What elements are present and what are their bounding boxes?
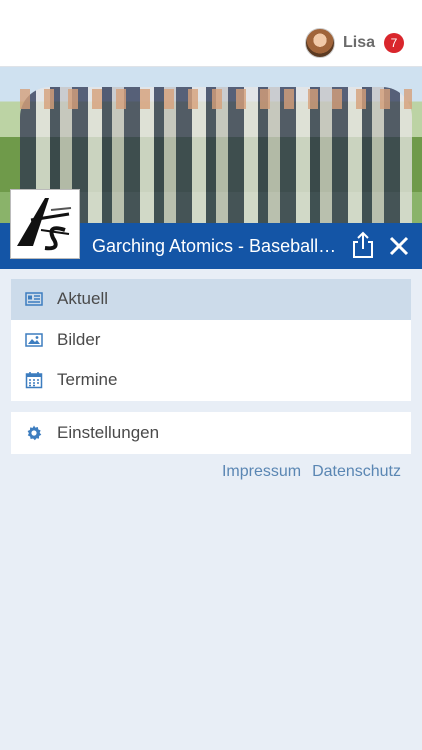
menu-item-termine[interactable]: Termine <box>11 360 411 401</box>
close-button[interactable] <box>388 235 410 257</box>
menu-item-label: Aktuell <box>57 289 109 309</box>
share-button[interactable] <box>351 231 375 259</box>
user-profile[interactable]: Lisa 7 <box>304 28 404 58</box>
impressum-link[interactable]: Impressum <box>222 463 301 481</box>
team-photo-faces <box>20 89 412 109</box>
team-logo <box>10 189 80 259</box>
gear-icon <box>25 424 43 442</box>
menu-item-label: Termine <box>57 370 118 390</box>
navigation-menu: Aktuell Bilder Termine <box>11 279 411 401</box>
menu-item-einstellungen[interactable]: Einstellungen <box>11 412 411 454</box>
menu-item-label: Einstellungen <box>57 423 160 442</box>
calendar-icon <box>25 371 43 389</box>
footer-links: Impressum Datenschutz <box>222 463 401 481</box>
team-logo-graphic <box>17 198 72 251</box>
user-name[interactable]: Lisa <box>343 34 375 52</box>
notification-badge[interactable]: 7 <box>384 33 404 53</box>
avatar[interactable] <box>304 28 335 58</box>
menu-item-label: Bilder <box>57 329 101 349</box>
top-bar: Lisa 7 <box>0 0 422 67</box>
share-icon <box>353 231 373 258</box>
settings-menu: Einstellungen <box>11 412 411 454</box>
image-icon <box>25 331 43 349</box>
newspaper-icon <box>25 290 43 308</box>
team-title: Garching Atomics - Baseball i... <box>92 236 338 256</box>
menu-item-aktuell[interactable]: Aktuell <box>11 279 411 320</box>
menu-item-bilder[interactable]: Bilder <box>11 320 411 361</box>
datenschutz-link[interactable]: Datenschutz <box>312 463 401 481</box>
close-icon <box>389 236 409 256</box>
